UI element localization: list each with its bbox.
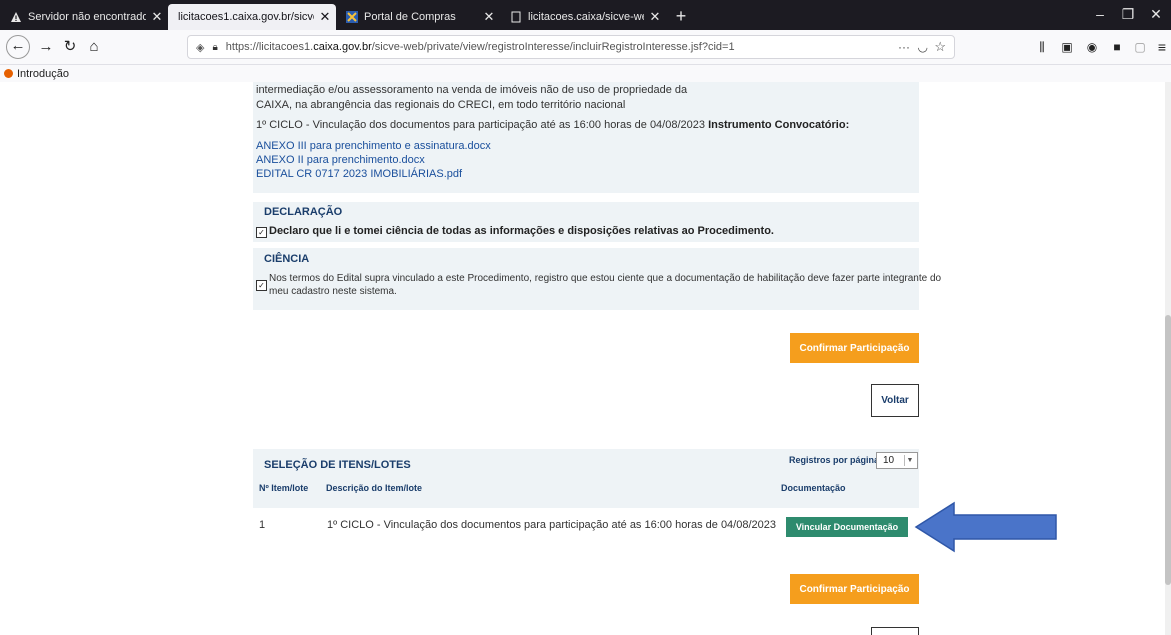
close-icon[interactable]: ✕ <box>314 9 336 25</box>
restore-icon[interactable]: ❐ <box>1113 6 1143 23</box>
account-icon[interactable]: ◉ <box>1080 36 1104 58</box>
pointer-arrow-icon <box>914 501 1057 553</box>
tab-label: Portal de Compras <box>364 11 456 23</box>
tab-servidor[interactable]: Servidor não encontrado ✕ <box>0 4 168 30</box>
forward-button[interactable]: → <box>34 36 58 58</box>
page-icon <box>510 11 522 23</box>
bookmarks-bar: Introdução <box>0 65 1171 82</box>
tab-label: licitacoes.caixa/sicve-web/private/ <box>528 11 644 23</box>
window-close-icon[interactable]: ✕ <box>1141 6 1171 23</box>
url-bar[interactable]: ◈ 🔒︎ https://licitacoes1.caixa.gov.br/si… <box>187 35 955 59</box>
confirm-participation-button[interactable]: Confirmar Participação <box>790 333 919 363</box>
file-link-anexo-ii[interactable]: ANEXO II para prenchimento.docx <box>256 154 425 166</box>
ciencia-title: CIÊNCIA <box>264 253 310 265</box>
bookmark-star-icon[interactable]: ☆ <box>934 39 946 55</box>
declaracao-checkbox[interactable]: ✓ <box>256 227 267 238</box>
page-actions-icon[interactable]: ··· <box>898 40 910 54</box>
sidebar-icon[interactable]: ▣ <box>1055 36 1079 58</box>
per-page-value: 10 <box>883 455 895 466</box>
tab-label: Servidor não encontrado <box>28 11 146 23</box>
browser-nav-bar: ← → ↻ ⌂ ◈ 🔒︎ https://licitacoes1.caixa.g… <box>0 30 1171 65</box>
column-header-description: Descrição do Item/lote <box>326 483 423 493</box>
per-page-label: Registros por página <box>789 455 880 465</box>
back-button[interactable]: ← <box>6 35 30 59</box>
close-icon[interactable]: ✕ <box>478 9 500 25</box>
per-page-select[interactable]: 10 ▼ <box>876 452 918 469</box>
cycle-text: 1º CICLO - Vinculação dos documentos par… <box>256 119 849 131</box>
pocket-icon[interactable]: ◡ <box>918 40 928 54</box>
cycle-description: 1º CICLO - Vinculação dos documentos par… <box>256 119 705 131</box>
tab-sicve-private[interactable]: licitacoes.caixa/sicve-web/private/ ✕ <box>500 4 666 30</box>
firefox-icon <box>4 69 13 78</box>
warning-icon <box>10 11 22 23</box>
column-header-documentation: Documentação <box>781 483 846 493</box>
screenshot-icon[interactable]: ▢ <box>1128 36 1152 58</box>
scrollbar-thumb[interactable] <box>1165 315 1171 585</box>
description-line-1: intermediação e/ou assessoramento na ven… <box>256 84 688 96</box>
link-documentation-button[interactable]: Vincular Documentação <box>786 517 908 537</box>
tab-label: licitacoes1.caixa.gov.br/sicve-web/ <box>178 11 314 23</box>
file-link-edital[interactable]: EDITAL CR 0717 2023 IMOBILIÁRIAS.pdf <box>256 168 462 180</box>
extension-icon[interactable]: ■ <box>1105 36 1129 58</box>
lock-icon[interactable]: 🔒︎ <box>212 42 217 53</box>
row-item-number: 1 <box>259 519 266 531</box>
column-header-item: Nº Item/lote <box>259 483 309 493</box>
chevron-down-icon[interactable]: ▼ <box>904 455 915 466</box>
declaracao-text: Declaro que li e tomei ciência de todas … <box>269 225 774 237</box>
reload-button[interactable]: ↻ <box>58 36 82 58</box>
url-text[interactable]: https://licitacoes1.caixa.gov.br/sicve-w… <box>226 41 735 53</box>
instrument-label: Instrumento Convocatório: <box>708 119 850 131</box>
selection-title: SELEÇÃO DE ITENS/LOTES <box>264 459 411 471</box>
shield-icon[interactable]: ◈ <box>196 41 204 54</box>
tab-portal-compras[interactable]: Portal de Compras ✕ <box>336 4 500 30</box>
portal-logo-icon <box>346 11 358 23</box>
tab-sicve-active[interactable]: licitacoes1.caixa.gov.br/sicve-web/ ✕ <box>168 4 336 30</box>
confirm-participation-button-bottom[interactable]: Confirmar Participação <box>790 574 919 604</box>
close-icon[interactable]: ✕ <box>644 9 666 25</box>
ciencia-checkbox[interactable]: ✓ <box>256 280 267 291</box>
page-content: intermediação e/ou assessoramento na ven… <box>0 82 1171 635</box>
ciencia-text-line-1: Nos termos do Edital supra vinculado a e… <box>269 273 942 284</box>
declaracao-title: DECLARAÇÃO <box>264 206 343 218</box>
menu-icon[interactable]: ≡ <box>1150 36 1171 58</box>
bookmark-introducao[interactable]: Introdução <box>17 68 69 80</box>
back-voltar-button-bottom[interactable] <box>871 627 919 635</box>
library-icon[interactable]: ⫼ <box>1030 36 1054 58</box>
description-line-2: CAIXA, na abrangência das regionais do C… <box>256 99 626 111</box>
home-icon[interactable]: ⌂ <box>82 36 106 58</box>
close-icon[interactable]: ✕ <box>146 9 168 25</box>
new-tab-button[interactable]: + <box>668 4 694 30</box>
row-description: 1º CICLO - Vinculação dos documentos par… <box>327 519 776 531</box>
back-voltar-button[interactable]: Voltar <box>871 384 919 417</box>
minimize-icon[interactable]: – <box>1085 6 1115 22</box>
ciencia-text-line-2: meu cadastro neste sistema. <box>269 286 397 297</box>
file-link-anexo-iii[interactable]: ANEXO III para prenchimento e assinatura… <box>256 140 491 152</box>
browser-tab-bar: Servidor não encontrado ✕ licitacoes1.ca… <box>0 0 1171 30</box>
